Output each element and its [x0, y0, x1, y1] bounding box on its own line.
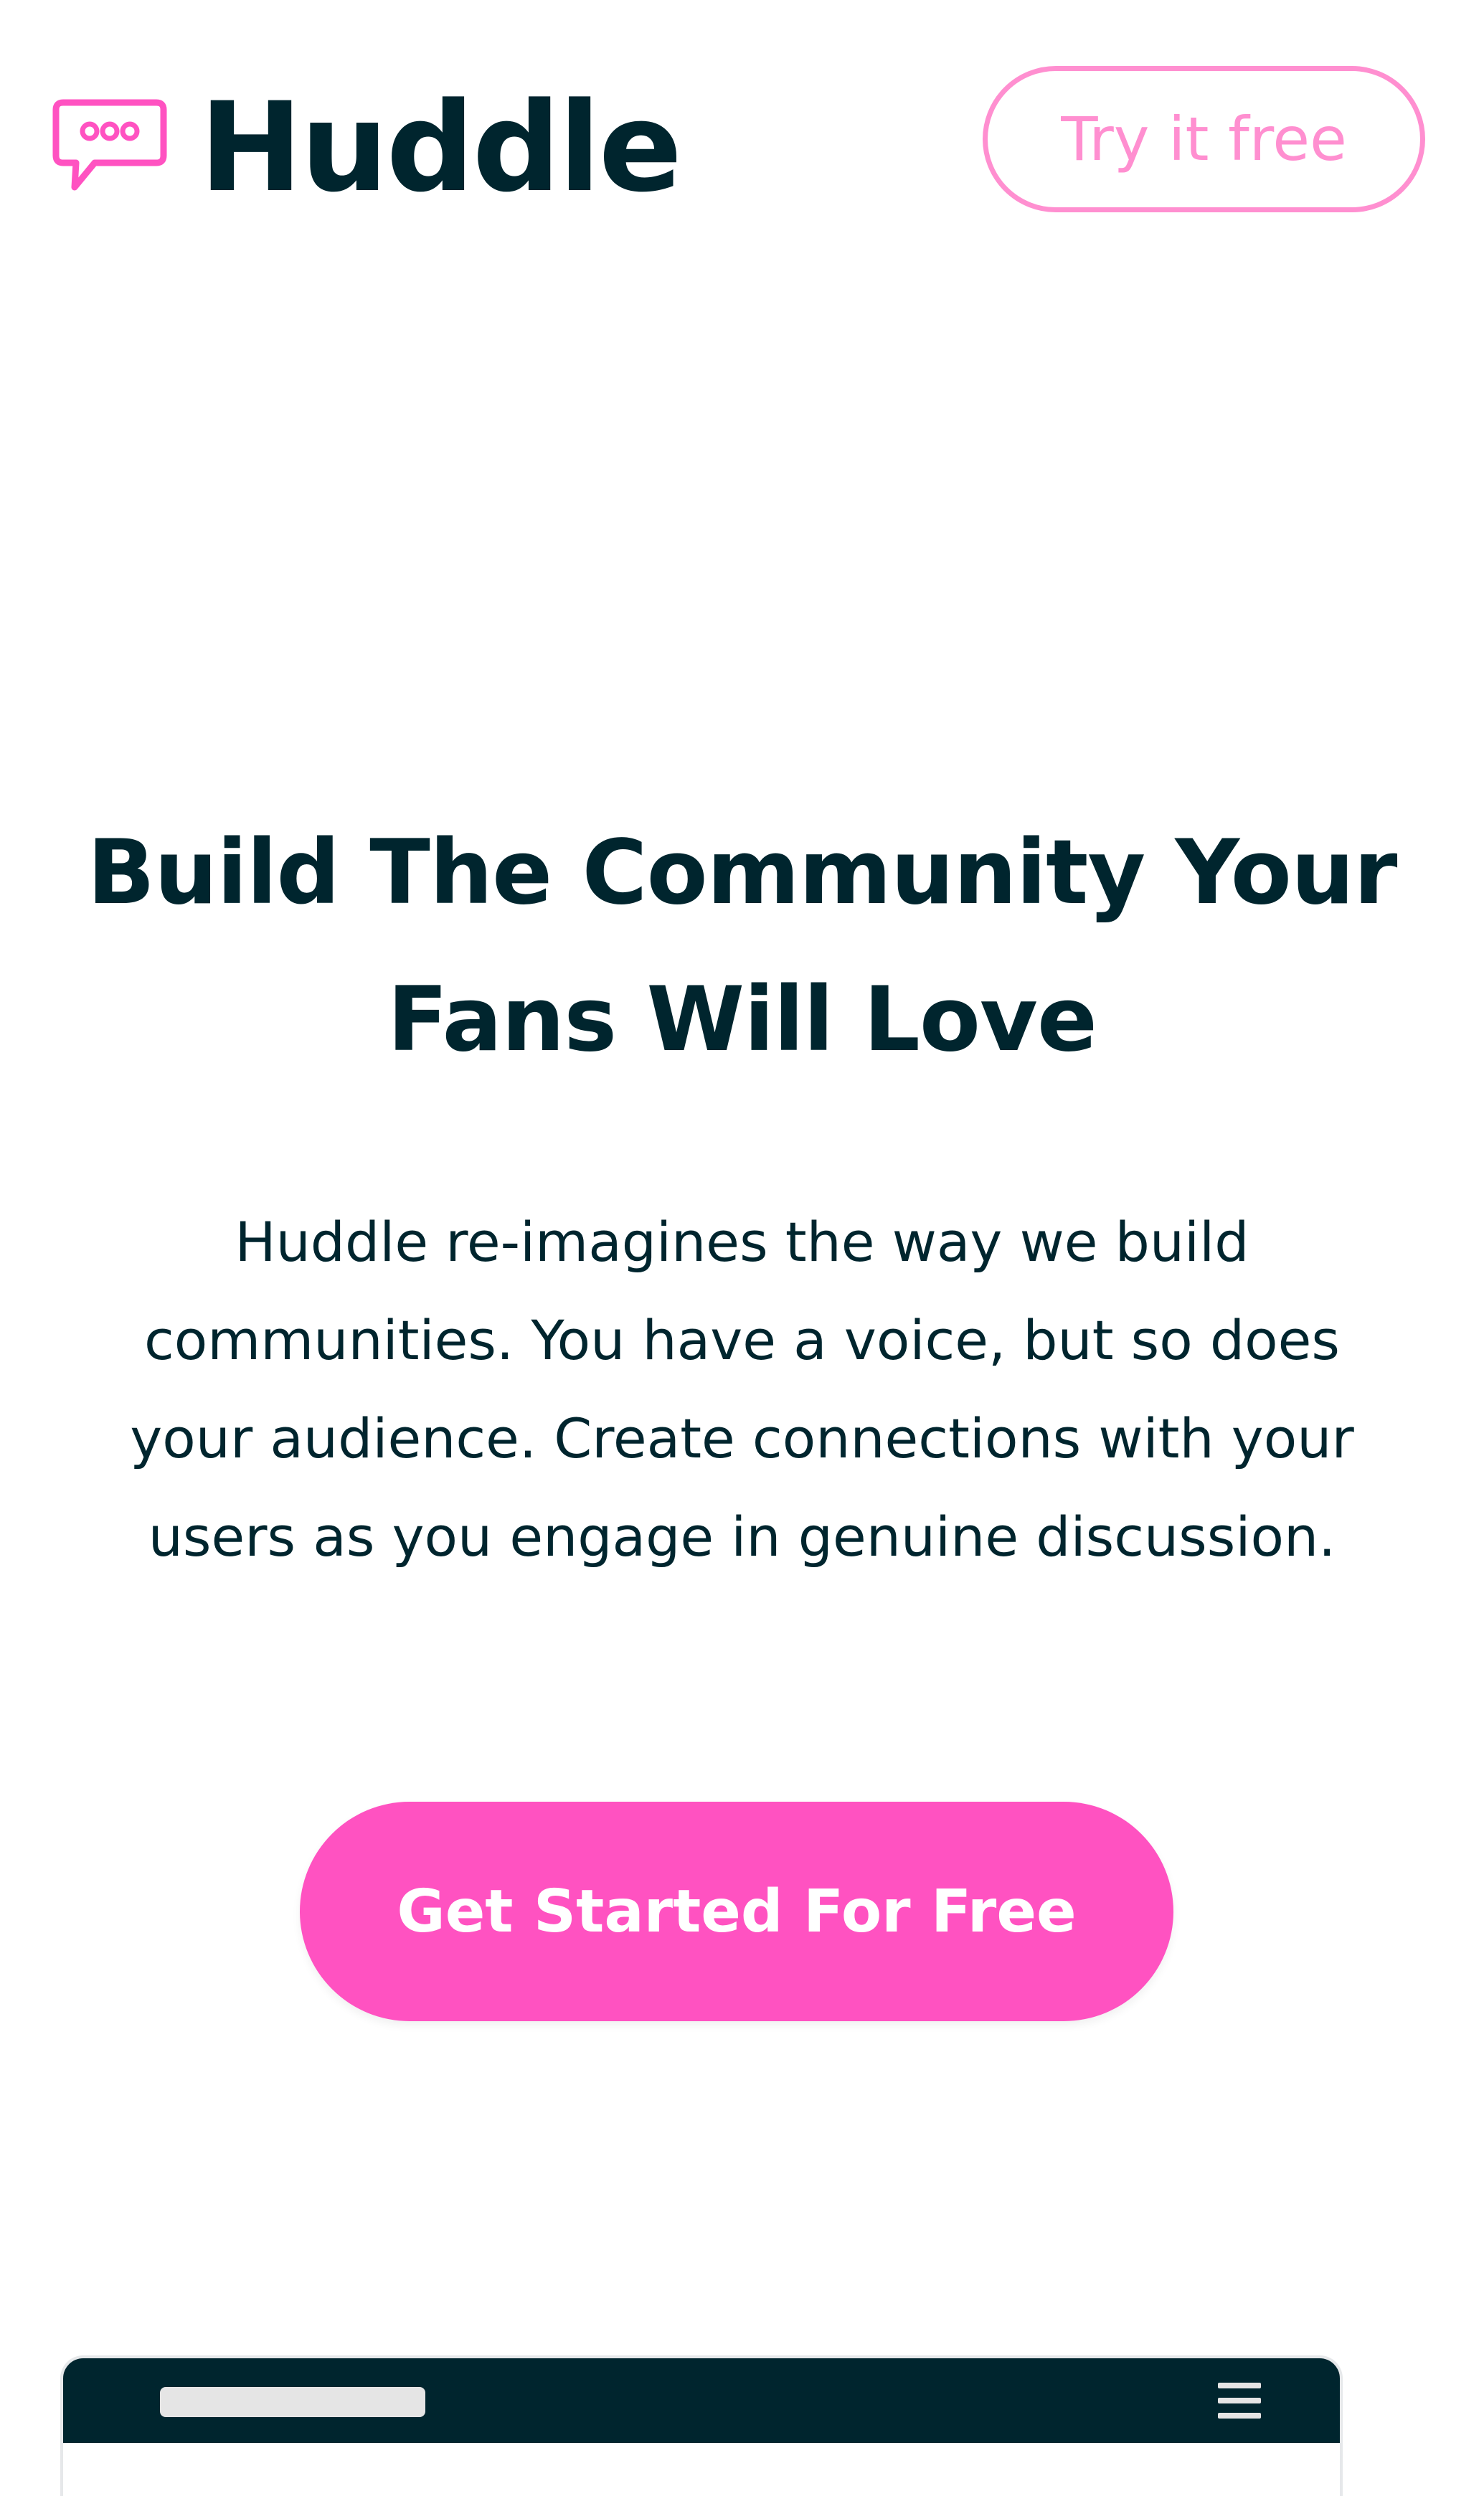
- site-header: Huddle Try it free: [0, 0, 1484, 244]
- chat-bubble-icon: [52, 99, 167, 191]
- hero-section: Build The Community Your Fans Will Love …: [0, 800, 1484, 1586]
- hero-description: Huddle re-imagines the way we build comm…: [130, 1210, 1354, 1569]
- hero-title: Build The Community Your Fans Will Love: [87, 821, 1398, 1072]
- brand-name: Huddle: [199, 75, 682, 219]
- hamburger-menu-icon: [1218, 2383, 1261, 2419]
- mockup-top-bar: [63, 2358, 1340, 2443]
- app-mockup-preview: [63, 2358, 1340, 2496]
- brand-logo[interactable]: Huddle: [50, 75, 682, 219]
- mockup-search-placeholder: [160, 2387, 425, 2417]
- try-it-free-button[interactable]: Try it free: [983, 66, 1425, 212]
- get-started-button[interactable]: Get Started For Free: [300, 1802, 1173, 2021]
